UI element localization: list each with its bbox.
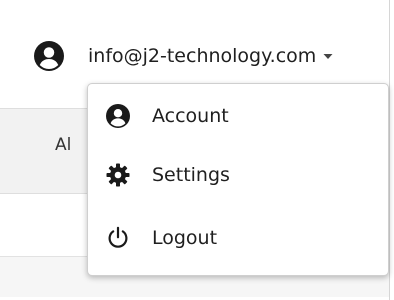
user-dropdown-menu: Account Settings Logout [87,83,389,276]
user-menu-toggle[interactable]: info@j2-technology.com [34,36,333,76]
column-header-partial: Al [55,135,72,155]
menu-item-settings[interactable]: Settings [88,147,388,203]
user-circle-icon [34,41,64,71]
power-icon [108,226,128,248]
menu-item-logout[interactable]: Logout [88,210,388,266]
page: info@j2-technology.com Al Account Settin… [0,0,394,300]
page-border [389,0,390,300]
gear-icon [106,163,130,187]
menu-item-label: Settings [152,164,230,186]
user-email: info@j2-technology.com [88,45,317,67]
menu-item-account[interactable]: Account [88,88,388,144]
menu-item-label: Account [152,105,229,127]
menu-item-label: Logout [152,227,218,249]
user-circle-icon [106,104,130,128]
caret-down-icon [323,54,333,59]
